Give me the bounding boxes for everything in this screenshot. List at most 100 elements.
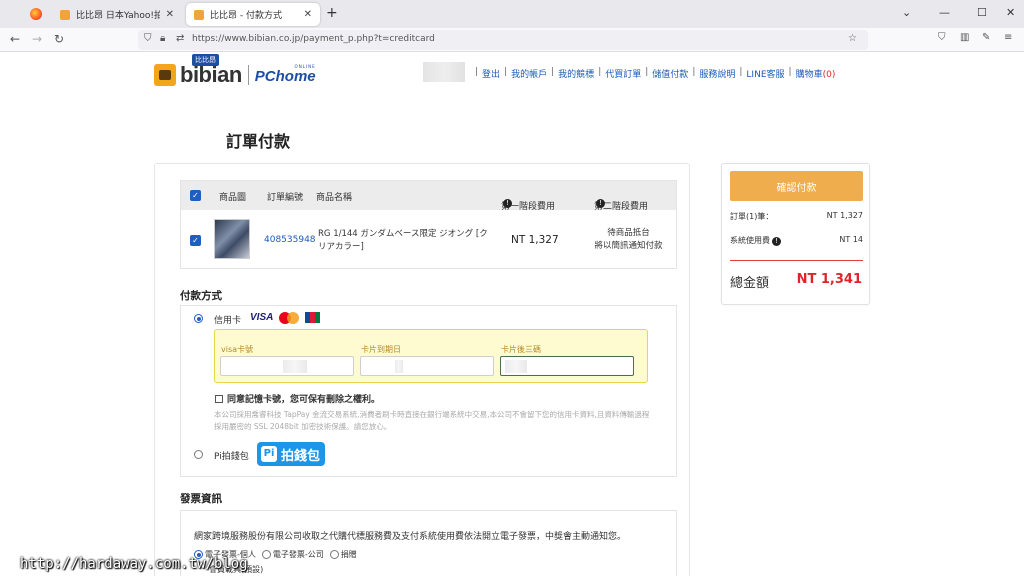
total-value: NT 1,341 bbox=[796, 272, 862, 287]
logo-divider bbox=[247, 65, 249, 85]
shield-icon[interactable]: ⛉ bbox=[144, 33, 152, 44]
summary-system-fee-row: 系統使用費! NT 14 bbox=[730, 235, 863, 246]
redacted-value bbox=[283, 360, 307, 373]
nav-my-account[interactable]: 我的帳戶 bbox=[511, 67, 547, 80]
remember-card-checkbox[interactable]: 同意記憶卡號，您可保有刪除之權利。 bbox=[215, 392, 380, 405]
order-summary: 確認付款 訂單(1)筆： NT 1,327 系統使用費! NT 14 總金額 N… bbox=[721, 163, 870, 305]
pi-wallet-radio[interactable] bbox=[194, 450, 203, 459]
summary-divider bbox=[730, 260, 863, 261]
lock-icon[interactable]: 🔒︎ bbox=[160, 33, 165, 44]
nav-logout[interactable]: 登出 bbox=[482, 67, 500, 80]
logo-partner-sub: ONLINE bbox=[294, 63, 316, 69]
summary-orders-row: 訂單(1)筆： NT 1,327 bbox=[730, 211, 863, 221]
visa-logo: VISA bbox=[250, 312, 274, 323]
tab-title: 比比昂 日本Yahoo!拍賣代標 | 比 bbox=[76, 11, 160, 21]
order-number-link[interactable]: 408535948 bbox=[264, 235, 316, 245]
info-icon[interactable]: ! bbox=[596, 199, 605, 208]
logo-partner: PChome bbox=[254, 67, 316, 85]
url-text[interactable]: https://www.bibian.co.jp/payment_p.php?t… bbox=[192, 34, 435, 44]
pi-logo-text: 拍錢包 bbox=[281, 448, 321, 464]
firefox-icon bbox=[30, 8, 42, 20]
redacted-value bbox=[395, 360, 403, 373]
nav-service-info[interactable]: 服務說明 bbox=[699, 67, 735, 80]
top-navigation: | 登出 | 我的帳戶 | 我的競標 | 代買訂單 | 儲值付款 | 服務說明 | LINE客… bbox=[475, 67, 836, 80]
tab-bibian-yahoo[interactable]: 比比昂 日本Yahoo!拍賣代標 | 比 ✕ bbox=[52, 3, 182, 26]
cvv-input[interactable] bbox=[500, 356, 634, 376]
card-number-label: visa卡號 bbox=[221, 345, 254, 354]
info-icon[interactable]: ! bbox=[503, 199, 512, 208]
new-tab-button[interactable]: + bbox=[326, 5, 338, 21]
nav-line-support[interactable]: LINE客服 bbox=[746, 67, 784, 80]
cart-count-badge: (0) bbox=[822, 70, 836, 80]
total-label: 總金額 bbox=[730, 276, 770, 291]
product-thumbnail[interactable] bbox=[214, 219, 250, 259]
menu-icon[interactable]: ≡ bbox=[1004, 32, 1012, 43]
tab-close-icon[interactable]: ✕ bbox=[304, 9, 312, 20]
invoice-company-label[interactable]: 電子發票-公司 bbox=[273, 549, 324, 560]
nav-cart[interactable]: 購物車(0) bbox=[796, 67, 836, 80]
browser-tabbar: 比比昂 日本Yahoo!拍賣代標 | 比 ✕ 比比昂 - 付款方式 ✕ + ⌄ … bbox=[0, 0, 1024, 28]
expiry-label: 卡片到期日 bbox=[361, 345, 401, 354]
nav-topup-payment[interactable]: 儲值付款 bbox=[652, 67, 688, 80]
cvv-label: 卡片後三碼 bbox=[501, 345, 541, 354]
pi-wallet-label[interactable]: Pi拍錢包 bbox=[214, 449, 249, 462]
col-name: 商品名稱 bbox=[316, 193, 353, 203]
logo-tag: 比比昂 bbox=[192, 54, 219, 66]
credit-card-radio[interactable] bbox=[194, 314, 203, 323]
row-checkbox[interactable]: ✓ bbox=[190, 235, 201, 246]
card-number-input[interactable] bbox=[220, 356, 354, 376]
minimize-icon[interactable]: — bbox=[939, 6, 950, 19]
invoice-donate-radio[interactable] bbox=[329, 550, 339, 559]
invoice-notice: 網家跨境服務股份有限公司收取之代購代標服務費及支付系統使用費依法開立電子發票，中… bbox=[194, 532, 627, 542]
order-table: ✓ 商品圖 訂單編號 商品名稱 第一階段費用! 第二階段費用! ✓ 408535… bbox=[180, 180, 677, 269]
col-order-no: 訂單編號 bbox=[267, 193, 304, 203]
table-header: ✓ 商品圖 訂單編號 商品名稱 第一階段費用! 第二階段費用! bbox=[181, 181, 676, 212]
tab-bibian-payment[interactable]: 比比昂 - 付款方式 ✕ bbox=[186, 3, 320, 26]
invoice-section-title: 發票資訊 bbox=[180, 493, 222, 505]
confirm-payment-button[interactable]: 確認付款 bbox=[730, 171, 863, 201]
bibian-logo[interactable]: bibian 比比昂 PChome ONLINE bbox=[154, 54, 316, 90]
user-name-redacted bbox=[423, 62, 465, 82]
expiry-input[interactable] bbox=[360, 356, 494, 376]
extensions-icon[interactable]: ✎ bbox=[982, 32, 990, 43]
pchome-logo: PChome ONLINE bbox=[254, 63, 316, 85]
redacted-value bbox=[505, 360, 527, 373]
bibian-favicon-icon bbox=[194, 9, 204, 20]
invoice-company-radio[interactable] bbox=[261, 550, 271, 559]
tab-close-icon[interactable]: ✕ bbox=[166, 9, 174, 20]
first-stage-fee: NT 1,327 bbox=[511, 234, 559, 246]
page-title: 訂單付款 bbox=[226, 132, 291, 151]
jcb-icon bbox=[305, 312, 320, 323]
info-icon[interactable]: ! bbox=[772, 237, 781, 246]
address-bar[interactable]: ⛉ 🔒︎ ⇄ https://www.bibian.co.jp/payment_… bbox=[138, 30, 868, 50]
select-all-checkbox[interactable]: ✓ bbox=[190, 190, 201, 201]
security-disclaimer: 本公司採用喬睿科技 TapPay 金流交易系統,消費者刷卡時直接在銀行端系統中交… bbox=[214, 410, 650, 431]
credit-card-label[interactable]: 信用卡 bbox=[214, 313, 241, 326]
payment-section-title: 付款方式 bbox=[180, 290, 222, 302]
close-window-icon[interactable]: ✕ bbox=[1006, 6, 1015, 19]
bookmark-star-icon[interactable]: ☆ bbox=[848, 33, 857, 44]
invoice-donate-label[interactable]: 捐贈 bbox=[341, 549, 357, 560]
product-name: RG 1/144 ガンダムベース限定 ジオング [クリアカラー] bbox=[318, 229, 488, 252]
permissions-icon[interactable]: ⇄ bbox=[176, 33, 184, 44]
bibian-favicon-icon bbox=[60, 9, 70, 20]
mastercard-icon bbox=[279, 312, 299, 324]
reader-view-icon[interactable]: ▥ bbox=[960, 32, 969, 43]
invoice-box: 網家跨境服務股份有限公司收取之代購代標服務費及支付系統使用費依法開立電子發票，中… bbox=[180, 510, 677, 576]
reload-icon[interactable]: ↻ bbox=[54, 32, 64, 46]
nav-my-bids[interactable]: 我的競標 bbox=[558, 67, 594, 80]
card-form: visa卡號 卡片到期日 卡片後三碼 bbox=[214, 329, 648, 383]
pocket-icon[interactable]: ⛉ bbox=[938, 32, 946, 43]
list-tabs-icon[interactable]: ⌄ bbox=[902, 6, 911, 19]
bibian-box-icon bbox=[154, 64, 176, 86]
forward-icon[interactable]: → bbox=[32, 32, 42, 46]
payment-methods: 信用卡 VISA visa卡號 卡片到期日 卡片後三碼 同意記憶卡號，您可保有刪… bbox=[180, 305, 677, 477]
second-stage-fee: 待商品抵台 將以簡訊通知付款 bbox=[594, 228, 663, 251]
maximize-icon[interactable]: ☐ bbox=[977, 6, 987, 19]
back-icon[interactable]: ← bbox=[10, 32, 20, 46]
nav-proxy-orders[interactable]: 代買訂單 bbox=[605, 67, 641, 80]
checkbox-box[interactable] bbox=[215, 395, 223, 403]
pi-icon: Pi bbox=[261, 446, 277, 462]
pi-wallet-logo: Pi 拍錢包 bbox=[257, 442, 325, 466]
tab-title: 比比昂 - 付款方式 bbox=[210, 11, 282, 21]
